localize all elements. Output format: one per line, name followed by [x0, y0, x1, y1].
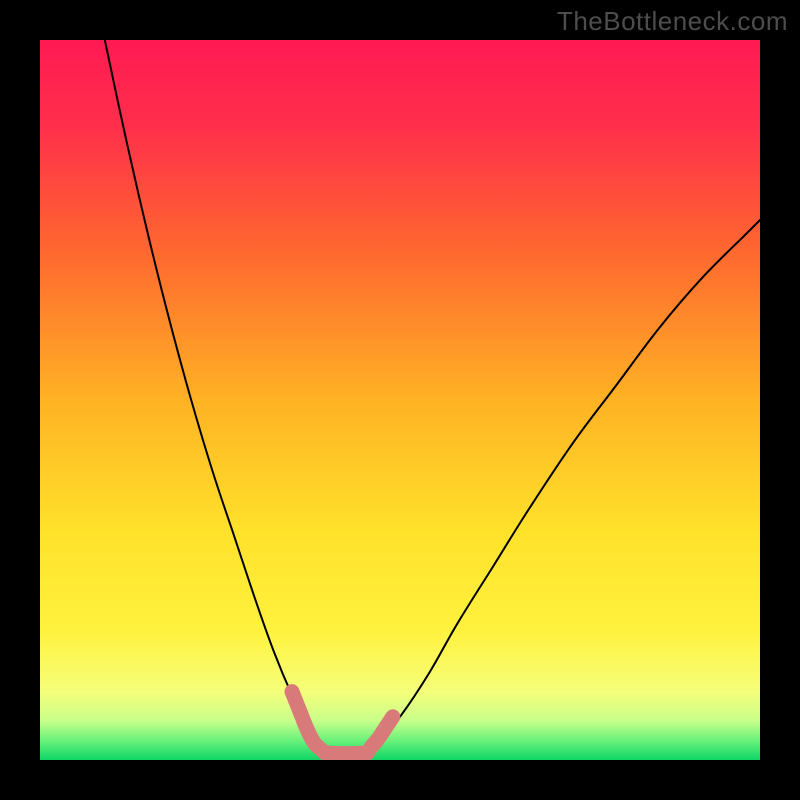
chart-svg	[40, 40, 760, 760]
plot-area	[40, 40, 760, 760]
bottom-marker	[324, 753, 367, 754]
chart-frame: TheBottleneck.com	[0, 0, 800, 800]
chart-background	[40, 40, 760, 760]
watermark-text: TheBottleneck.com	[557, 6, 788, 37]
